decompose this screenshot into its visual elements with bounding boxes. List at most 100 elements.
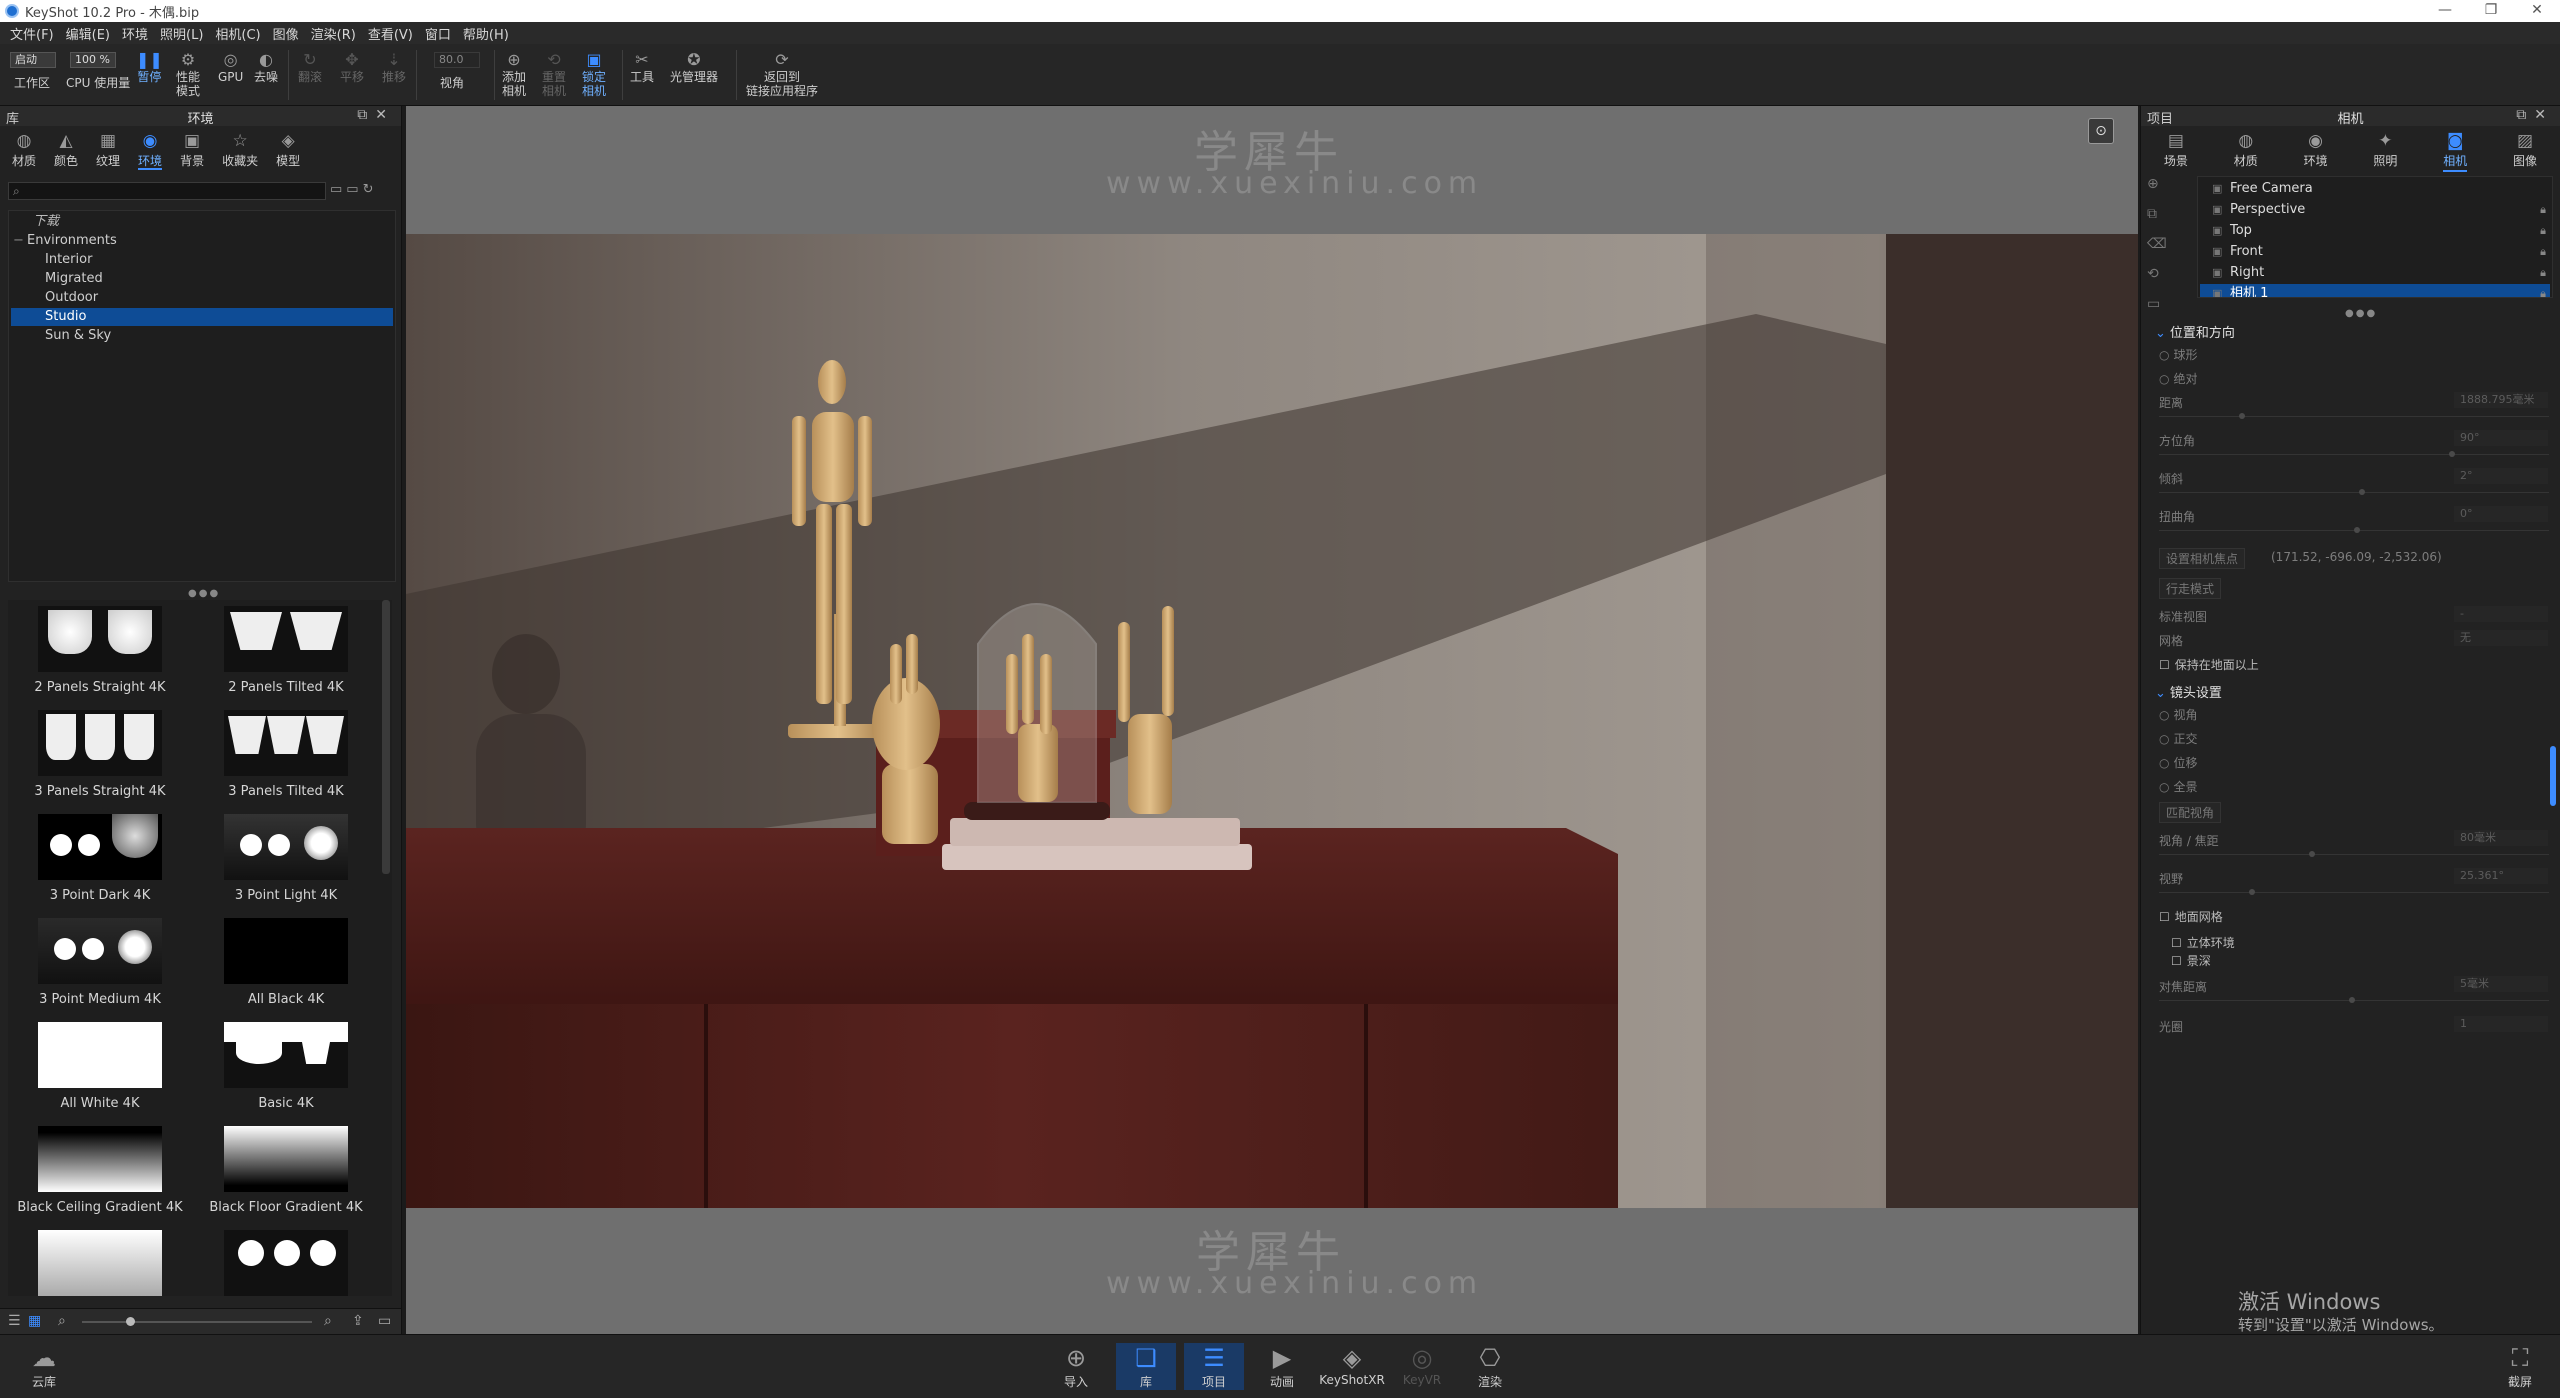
menu-camera[interactable]: 相机(C) — [209, 24, 266, 43]
menu-render[interactable]: 渲染(R) — [305, 24, 362, 43]
menu-view[interactable]: 查看(V) — [362, 24, 419, 43]
focal-length-input[interactable]: 80毫米 — [2454, 830, 2548, 846]
camera-item-right[interactable]: Right 🔒︎ — [2200, 263, 2550, 283]
cloud-library-button[interactable]: ☁ 云库 — [14, 1343, 74, 1390]
denoise-button[interactable]: ◐ 去噪 — [254, 50, 278, 84]
project-toggle-button[interactable]: ☰ 项目 — [1184, 1343, 1244, 1390]
tools-button[interactable]: ✂ 工具 — [630, 50, 654, 84]
thumb-3-panels-straight[interactable]: 3 Panels Straight 4K — [10, 710, 190, 810]
light-manager-button[interactable]: ✪ 光管理器 — [670, 50, 718, 84]
pause-button[interactable]: ❚❚ 暂停 — [136, 50, 163, 84]
inclination-slider[interactable] — [2159, 489, 2549, 495]
tab-environment[interactable]: ◉ 环境 — [2304, 128, 2328, 172]
walk-mode-button[interactable]: 行走模式 — [2159, 578, 2222, 599]
splitter-handle[interactable]: ●●● — [188, 588, 220, 599]
performance-mode-button[interactable]: ⚙ 性能 模式 — [176, 50, 200, 98]
camera-item-front[interactable]: Front 🔒︎ — [2200, 242, 2550, 262]
depth-of-field-checkbox[interactable]: 景深 — [2171, 952, 2211, 969]
folder-actions[interactable]: ▭▭↻ — [330, 182, 378, 197]
thumb-basic[interactable]: Basic 4K — [196, 1022, 376, 1122]
lock-icon[interactable]: 🔒︎ — [2540, 284, 2546, 297]
library-toggle-button[interactable]: ❑ 库 — [1116, 1343, 1176, 1390]
grid-view-icon[interactable]: ▦ — [28, 1313, 41, 1329]
tab-camera[interactable]: ◙ 相机 — [2443, 128, 2468, 172]
list-view-icon[interactable]: ☰ — [8, 1313, 21, 1329]
gpu-button[interactable]: ◎ GPU — [218, 50, 243, 84]
camera-add-icon[interactable]: ⊕ — [2147, 176, 2171, 206]
thumb-2-panels-straight[interactable]: 2 Panels Straight 4K — [10, 606, 190, 706]
camera-delete-icon[interactable]: ⌫ — [2147, 236, 2171, 266]
panel-scrollbar[interactable] — [2550, 746, 2556, 806]
camera-item-free-camera[interactable]: Free Camera — [2200, 179, 2550, 199]
lock-icon[interactable]: 🔒︎ — [2540, 200, 2546, 220]
menu-window[interactable]: 窗口 — [419, 24, 457, 43]
tab-backplates[interactable]: ▣ 背景 — [180, 128, 204, 170]
tree-item-sun-sky[interactable]: Sun & Sky — [11, 327, 393, 345]
refresh-icon[interactable]: ↻ — [363, 182, 378, 197]
splitter-handle[interactable]: ●●● — [2345, 308, 2377, 319]
render-button[interactable]: ⎔ 渲染 — [1460, 1343, 1520, 1390]
thumbnail-size-slider[interactable] — [82, 1317, 312, 1326]
tab-models[interactable]: ◈ 模型 — [276, 128, 300, 170]
import-folder-icon[interactable]: ▭ — [378, 1313, 391, 1329]
tab-scene[interactable]: ▤ 场景 — [2164, 128, 2188, 172]
section-lens-settings[interactable]: 镜头设置 — [2155, 682, 2222, 701]
workspace-select[interactable]: 启动 — [10, 52, 56, 68]
focus-distance-input[interactable]: 5毫米 — [2454, 976, 2548, 992]
real-time-viewport[interactable]: 学犀牛 www.xuexiniu.com ⊙ 学犀牛 www.xuexiniu.… — [406, 106, 2138, 1334]
distance-slider[interactable] — [2159, 413, 2549, 419]
keyshotxr-button[interactable]: ◈ KeyShotXR — [1319, 1343, 1385, 1387]
thumb-partial[interactable] — [10, 1230, 190, 1296]
camera-item-top[interactable]: Top 🔒︎ — [2200, 221, 2550, 241]
field-of-view-input[interactable]: 25.361° — [2454, 868, 2548, 884]
reset-camera-button[interactable]: ⟲ 重置 相机 — [542, 50, 566, 98]
tab-environments[interactable]: ◉ 环境 — [138, 128, 163, 170]
tab-lighting[interactable]: ✦ 照明 — [2373, 128, 2397, 172]
azimuth-input[interactable]: 90° — [2454, 430, 2548, 446]
inclination-input[interactable]: 2° — [2454, 468, 2548, 484]
menu-file[interactable]: 文件(F) — [4, 24, 60, 43]
animation-button[interactable]: ▶ 动画 — [1252, 1343, 1312, 1390]
fov-input[interactable]: 80.0 — [434, 52, 480, 68]
upload-icon[interactable]: ⇪ — [352, 1313, 364, 1329]
azimuth-slider[interactable] — [2159, 451, 2549, 457]
thumb-2-panels-tilted[interactable]: 2 Panels Tilted 4K — [196, 606, 376, 706]
stereo-checkbox[interactable]: 立体环境 — [2171, 934, 2235, 951]
library-search-input[interactable] — [8, 182, 326, 200]
tab-textures[interactable]: ▦ 纹理 — [96, 128, 120, 170]
radio-shift[interactable]: 位移 — [2159, 754, 2197, 771]
tab-favorites[interactable]: ☆ 收藏夹 — [222, 128, 258, 170]
thumbnails-scrollbar[interactable] — [382, 600, 390, 874]
menu-lighting[interactable]: 照明(L) — [154, 24, 209, 43]
tree-item-environments[interactable]: Environments — [13, 232, 393, 250]
camera-reset-icon[interactable]: ⟲ — [2147, 266, 2171, 296]
twist-slider[interactable] — [2159, 527, 2549, 533]
maximize-button[interactable]: ❐ — [2468, 0, 2514, 22]
back-to-linked-app-button[interactable]: ⟳ 返回到 链接应用程序 — [746, 50, 818, 98]
menu-image[interactable]: 图像 — [267, 24, 305, 43]
thumb-all-black[interactable]: All Black 4K — [196, 918, 376, 1018]
pan-button[interactable]: ✥ 平移 — [340, 50, 364, 84]
focus-distance-slider[interactable] — [2159, 997, 2549, 1003]
menu-environment[interactable]: 环境 — [116, 24, 154, 43]
menu-help[interactable]: 帮助(H) — [457, 24, 515, 43]
set-camera-pivot-button[interactable]: 设置相机焦点 — [2159, 548, 2246, 569]
grid-select[interactable]: 无 — [2454, 630, 2548, 646]
folder-icon[interactable]: ▭ — [330, 182, 346, 197]
section-position-orientation[interactable]: 位置和方向 — [2155, 322, 2235, 341]
radio-absolute[interactable]: 绝对 — [2159, 370, 2197, 387]
thumb-black-floor-gradient[interactable]: Black Floor Gradient 4K — [196, 1126, 376, 1226]
tumble-button[interactable]: ↻ 翻滚 — [298, 50, 322, 84]
ground-grid-checkbox[interactable]: 地面网格 — [2159, 908, 2223, 925]
screenshot-button[interactable]: ⛶ 截屏 — [2490, 1343, 2550, 1390]
thumb-black-ceiling-gradient[interactable]: Black Ceiling Gradient 4K — [10, 1126, 190, 1226]
close-button[interactable]: ✕ — [2514, 0, 2560, 22]
minimize-button[interactable]: — — [2422, 0, 2468, 22]
thumb-partial[interactable] — [196, 1230, 376, 1296]
tab-image[interactable]: ▨ 图像 — [2513, 128, 2537, 172]
tree-item-downloads[interactable]: 下载 — [33, 213, 393, 231]
cpu-usage-button[interactable]: CPU 使用量 — [66, 76, 130, 90]
lock-camera-button[interactable]: ▣ 锁定 相机 — [582, 50, 606, 98]
zoom-out-icon[interactable]: ⌕ — [58, 1313, 66, 1329]
aperture-input[interactable]: 1 — [2454, 1016, 2548, 1032]
